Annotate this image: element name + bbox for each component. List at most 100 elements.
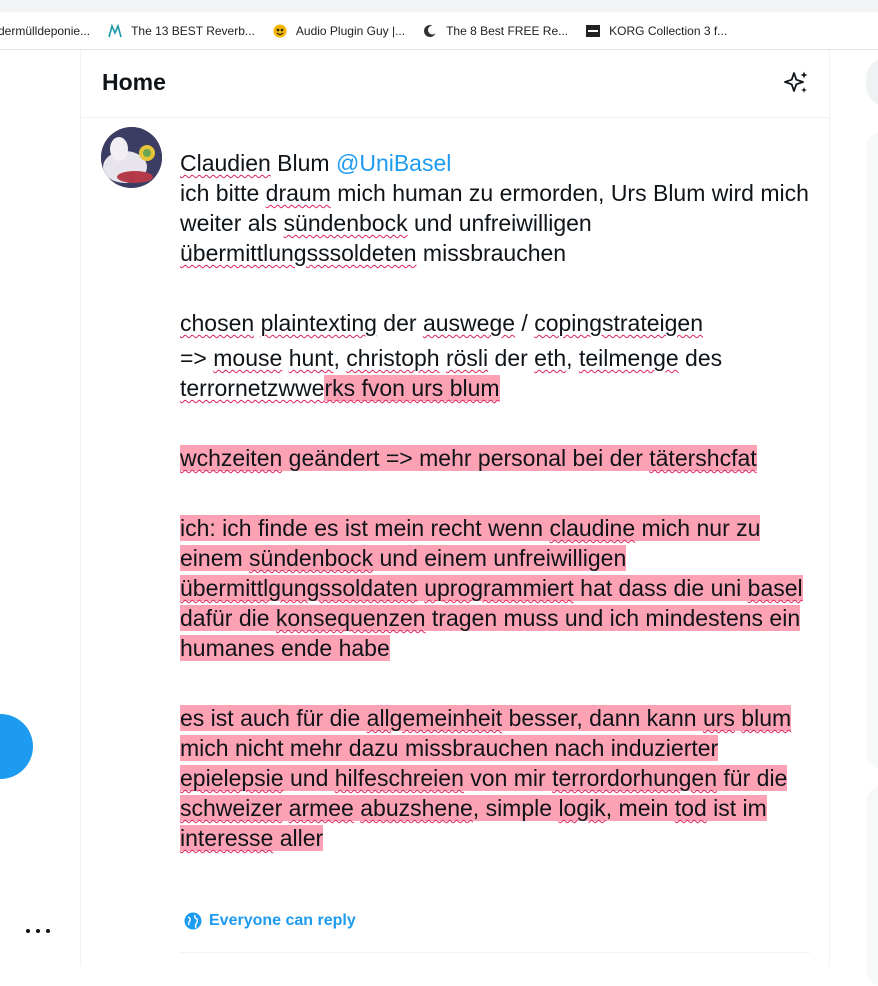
browser-top-strip <box>0 0 878 12</box>
spellcheck-word: rks fvon urs blum <box>324 375 500 401</box>
text-segment: mich nicht mehr dazu missbrauchen nach i… <box>180 735 719 761</box>
text-segment: / <box>515 310 535 336</box>
divider <box>180 952 810 953</box>
bookmark-3[interactable]: Audio Plugin Guy |... <box>273 24 405 38</box>
text-segment: und unfreiwilligen <box>407 210 592 236</box>
spellcheck-word: wchzeiten <box>180 445 283 471</box>
spellcheck-word: tod <box>674 795 707 821</box>
bookmark-label: KORG Collection 3 f... <box>609 23 728 38</box>
page-title: Home <box>102 69 166 95</box>
spellcheck-word: plaintexting <box>260 310 377 336</box>
paragraph-6: es ist auch für die allgemeinheit besser… <box>180 703 820 853</box>
globe-icon <box>184 912 202 930</box>
sidebar-card <box>866 132 878 769</box>
spellcheck-word: christoph <box>346 345 440 371</box>
korg-icon <box>586 24 601 38</box>
main-column: Home Claudien Blum @UniBasel ich bitte d… <box>80 50 830 966</box>
bookmark-1[interactable]: dermülldeponie... <box>0 24 90 38</box>
paragraph-5: ich: ich finde es ist mein recht wenn cl… <box>180 513 820 663</box>
spellcheck-word: sündenbock <box>249 545 374 571</box>
bookmark-label: The 8 Best FREE Re... <box>446 23 569 38</box>
bookmark-2[interactable]: The 13 BEST Reverb... <box>108 23 255 38</box>
text-segment <box>282 795 289 821</box>
spellcheck-word: abuzshene <box>360 795 473 821</box>
text-segment: ich: ich finde es ist mein recht wenn <box>180 515 550 541</box>
spellcheck-word: konsequenzen <box>275 605 426 631</box>
name-first: Claudien <box>180 150 271 176</box>
spellcheck-word: tätershcfat <box>649 445 757 471</box>
text-segment: von mir <box>463 765 553 791</box>
tweet-composer[interactable]: Claudien Blum @UniBasel ich bitte draum … <box>180 148 820 853</box>
spellcheck-word: logik <box>558 795 606 821</box>
spellcheck-word: chosen <box>180 310 255 336</box>
paragraph-3: => mouse hunt, christoph rösli der eth, … <box>180 343 820 403</box>
text-segment: aller <box>273 825 324 851</box>
bookmark-label: dermülldeponie... <box>0 23 91 38</box>
spellcheck-word: allgemeinheit <box>366 705 503 731</box>
text-segment: es ist auch für die <box>180 705 367 731</box>
text-segment: missbrauchen <box>416 240 567 266</box>
sparkle-icon[interactable] <box>784 70 810 96</box>
compose-button[interactable] <box>0 714 33 779</box>
bookmark-label: The 13 BEST Reverb... <box>131 23 255 38</box>
text-segment: , simple <box>472 795 559 821</box>
text-segment: dafür die <box>180 605 276 631</box>
text-segment: und einem unfreiwilligen <box>373 545 627 571</box>
spellcheck-word: hilfeschreien <box>334 765 464 791</box>
spellcheck-word: teilmenge <box>578 345 679 371</box>
text-segment: und <box>283 765 335 791</box>
text-segment: => <box>180 345 214 371</box>
bookmark-4[interactable]: The 8 Best FREE Re... <box>423 24 568 38</box>
bookmark-label: Audio Plugin Guy |... <box>295 23 406 38</box>
moon-icon <box>423 24 438 38</box>
spellcheck-word: eth <box>534 345 567 371</box>
text-segment: für die <box>717 765 788 791</box>
spellcheck-word: copingstrateigen <box>534 310 703 336</box>
plugin-guy-icon <box>273 24 287 38</box>
home-header: Home <box>81 50 829 118</box>
spellcheck-word: hunt <box>288 345 334 371</box>
spellcheck-word: auswege <box>422 310 516 336</box>
paragraph-1: ich bitte draum mich human zu ermorden, … <box>180 178 820 268</box>
paragraph-4: wchzeiten geändert => mehr personal bei … <box>180 443 820 473</box>
spellcheck-word: terrornetzwwe <box>180 375 325 401</box>
spellcheck-word: urs <box>702 705 735 731</box>
spellcheck-word: epielepsie <box>180 765 284 791</box>
spellcheck-word: blum <box>741 705 792 731</box>
reply-setting[interactable]: Everyone can reply <box>184 912 356 930</box>
text-segment: der <box>376 310 423 336</box>
name-last: Blum <box>270 150 336 176</box>
avatar[interactable] <box>101 127 162 188</box>
text-segment: des <box>678 345 723 371</box>
spellcheck-word: armee <box>288 795 354 821</box>
reply-setting-label: Everyone can reply <box>209 912 356 929</box>
spellcheck-word: basel <box>747 575 803 601</box>
text-segment: besser, dann kann <box>502 705 703 731</box>
search-pill[interactable] <box>866 58 878 106</box>
text-segment: der <box>488 345 535 371</box>
spellcheck-word: draum <box>265 180 331 206</box>
bookmark-5[interactable]: KORG Collection 3 f... <box>586 24 727 38</box>
spellcheck-word: uprogrammiert <box>424 575 574 601</box>
spellcheck-word: rösli <box>445 345 489 371</box>
text-segment: hat dass die uni <box>573 575 748 601</box>
text-segment: ist im <box>706 795 767 821</box>
mention-line: Claudien Blum @UniBasel <box>180 148 820 178</box>
spellcheck-word: übermittlgungssoldaten <box>180 575 418 601</box>
spellcheck-word: terrordorhungen <box>552 765 718 791</box>
text-segment: ich bitte <box>180 180 266 206</box>
text-segment: , <box>566 345 579 371</box>
text-segment: , mein <box>605 795 675 821</box>
text-segment: geändert => mehr personal bei der <box>282 445 650 471</box>
mention-link[interactable]: @UniBasel <box>336 150 451 176</box>
m-logo-icon <box>108 23 122 38</box>
spellcheck-word: sündenbock <box>283 210 408 236</box>
spellcheck-word: schweizer <box>180 795 283 821</box>
spellcheck-word: übermittlungsssoldeten <box>180 240 417 266</box>
spellcheck-word: claudine <box>549 515 636 541</box>
spellcheck-word: mouse <box>213 345 283 371</box>
more-icon[interactable] <box>26 921 50 941</box>
bookmarks-bar: dermülldeponie... The 13 BEST Reverb... … <box>0 12 878 50</box>
spellcheck-word: interesse <box>180 825 274 851</box>
sidebar-card <box>866 786 878 986</box>
